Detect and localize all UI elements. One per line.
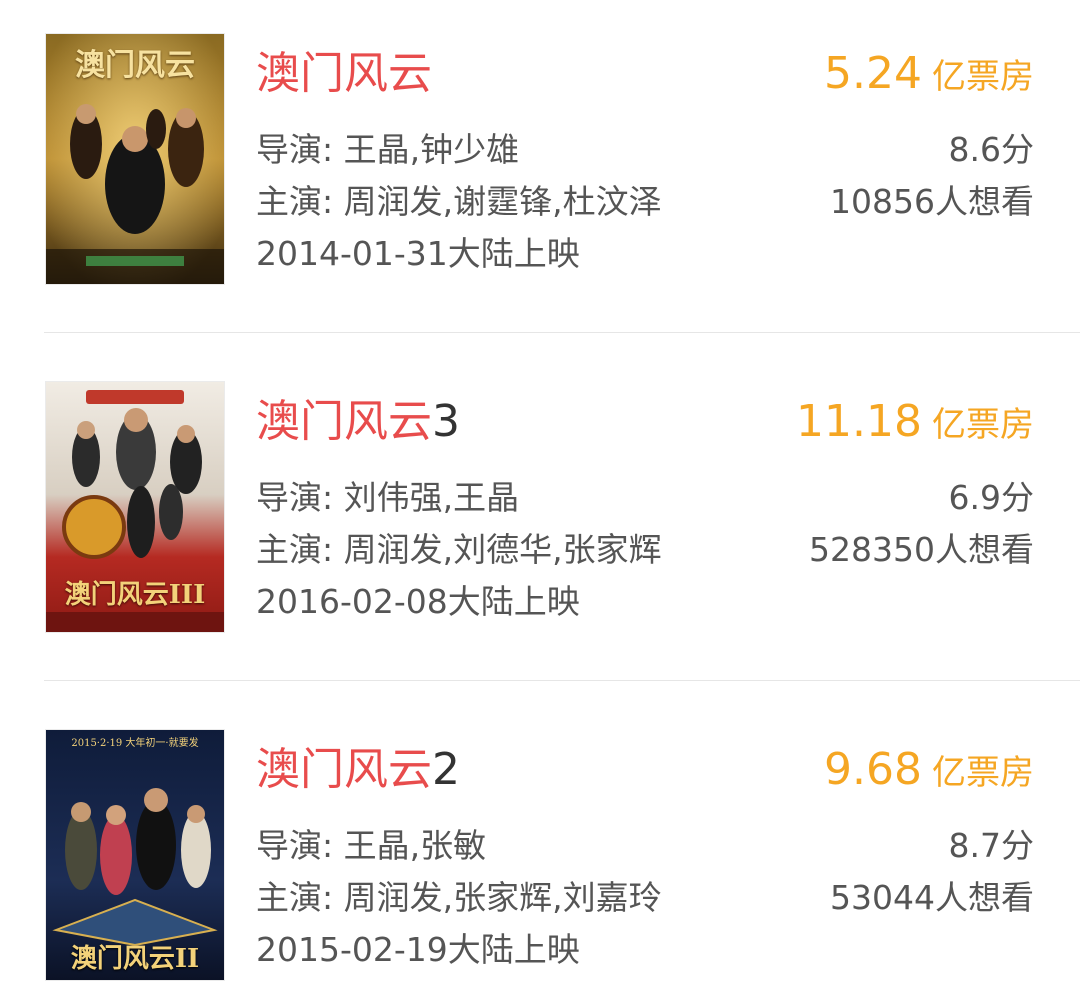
box-office: 9.68 亿票房: [824, 744, 1034, 805]
movie-item[interactable]: 澳门风云 澳门风云 5.24 亿票房 导演: 王晶,钟少雄 主演: 周润发,谢霆锋…: [0, 34, 1080, 284]
box-office: 11.18 亿票房: [796, 396, 1034, 457]
director-names: 刘伟强,王晶: [343, 478, 520, 517]
box-office-amount: 11.18: [796, 396, 922, 447]
box-office: 5.24 亿票房: [824, 48, 1034, 109]
movie-title-suffix: 3: [432, 396, 460, 447]
movie-item[interactable]: 2015·2·19 大年初一·就要发 澳门风云II 澳门风云2 9.68 亿票房 …: [0, 730, 1080, 980]
release-date: 2016-02-08大陆上映: [256, 582, 580, 621]
director-label: 导演:: [256, 130, 344, 169]
movie-title-suffix: 2: [432, 744, 460, 795]
cast-names: 周润发,谢霆锋,杜汶泽: [343, 182, 662, 221]
box-office-amount: 9.68: [824, 744, 922, 795]
want-to-see-count: 528350人想看: [809, 530, 1034, 569]
score: 8.7分: [948, 826, 1034, 865]
box-office-amount: 5.24: [824, 48, 922, 99]
score: 8.6分: [948, 130, 1034, 169]
release-date: 2015-02-19大陆上映: [256, 930, 580, 969]
director-names: 王晶,张敏: [343, 826, 487, 865]
cast-line: 主演: 周润发,谢霆锋,杜汶泽: [256, 182, 662, 222]
cast-names: 周润发,张家辉,刘嘉玲: [343, 878, 662, 917]
want-to-see-count: 10856人想看: [830, 182, 1034, 221]
box-office-unit: 亿票房: [932, 405, 1034, 445]
box-office-unit: 亿票房: [932, 753, 1034, 793]
cast-label: 主演:: [256, 530, 344, 569]
cast-names: 周润发,刘德华,张家辉: [343, 530, 662, 569]
movie-title-name: 澳门风云: [256, 744, 432, 795]
cast-label: 主演:: [256, 878, 344, 917]
release-date: 2014-01-31大陆上映: [256, 234, 580, 273]
director-names: 王晶,钟少雄: [343, 130, 520, 169]
box-office-unit: 亿票房: [932, 57, 1034, 97]
director-line: 导演: 刘伟强,王晶: [256, 478, 519, 518]
cast-line: 主演: 周润发,刘德华,张家辉: [256, 530, 662, 570]
poster-top-banner: 2015·2·19 大年初一·就要发: [71, 738, 199, 749]
poster-title: 澳门风云II: [70, 944, 200, 974]
score: 6.9分: [948, 478, 1034, 517]
cast-line: 主演: 周润发,张家辉,刘嘉玲: [256, 878, 662, 918]
director-line: 导演: 王晶,张敏: [256, 826, 486, 866]
movie-title-name: 澳门风云: [256, 396, 432, 447]
movie-title-name: 澳门风云: [256, 48, 432, 99]
divider: [44, 332, 1080, 333]
director-label: 导演:: [256, 478, 344, 517]
director-label: 导演:: [256, 826, 344, 865]
poster-title: 澳门风云: [75, 48, 195, 83]
movie-title[interactable]: 澳门风云3: [256, 396, 460, 448]
movie-poster[interactable]: 澳门风云III: [46, 382, 224, 632]
divider: [44, 680, 1080, 681]
movie-list: 澳门风云 澳门风云 5.24 亿票房 导演: 王晶,钟少雄 主演: 周润发,谢霆锋…: [0, 0, 1080, 992]
poster-title: 澳门风云III: [64, 580, 206, 610]
movie-poster[interactable]: 2015·2·19 大年初一·就要发 澳门风云II: [46, 730, 224, 980]
movie-poster[interactable]: 澳门风云: [46, 34, 224, 284]
want-to-see-count: 53044人想看: [830, 878, 1034, 917]
movie-title[interactable]: 澳门风云2: [256, 744, 460, 796]
cast-label: 主演:: [256, 182, 344, 221]
director-line: 导演: 王晶,钟少雄: [256, 130, 519, 170]
movie-title[interactable]: 澳门风云: [256, 48, 432, 100]
movie-item[interactable]: 澳门风云III 澳门风云3 11.18 亿票房 导演: 刘伟强,王晶 主演: 周润…: [0, 382, 1080, 632]
